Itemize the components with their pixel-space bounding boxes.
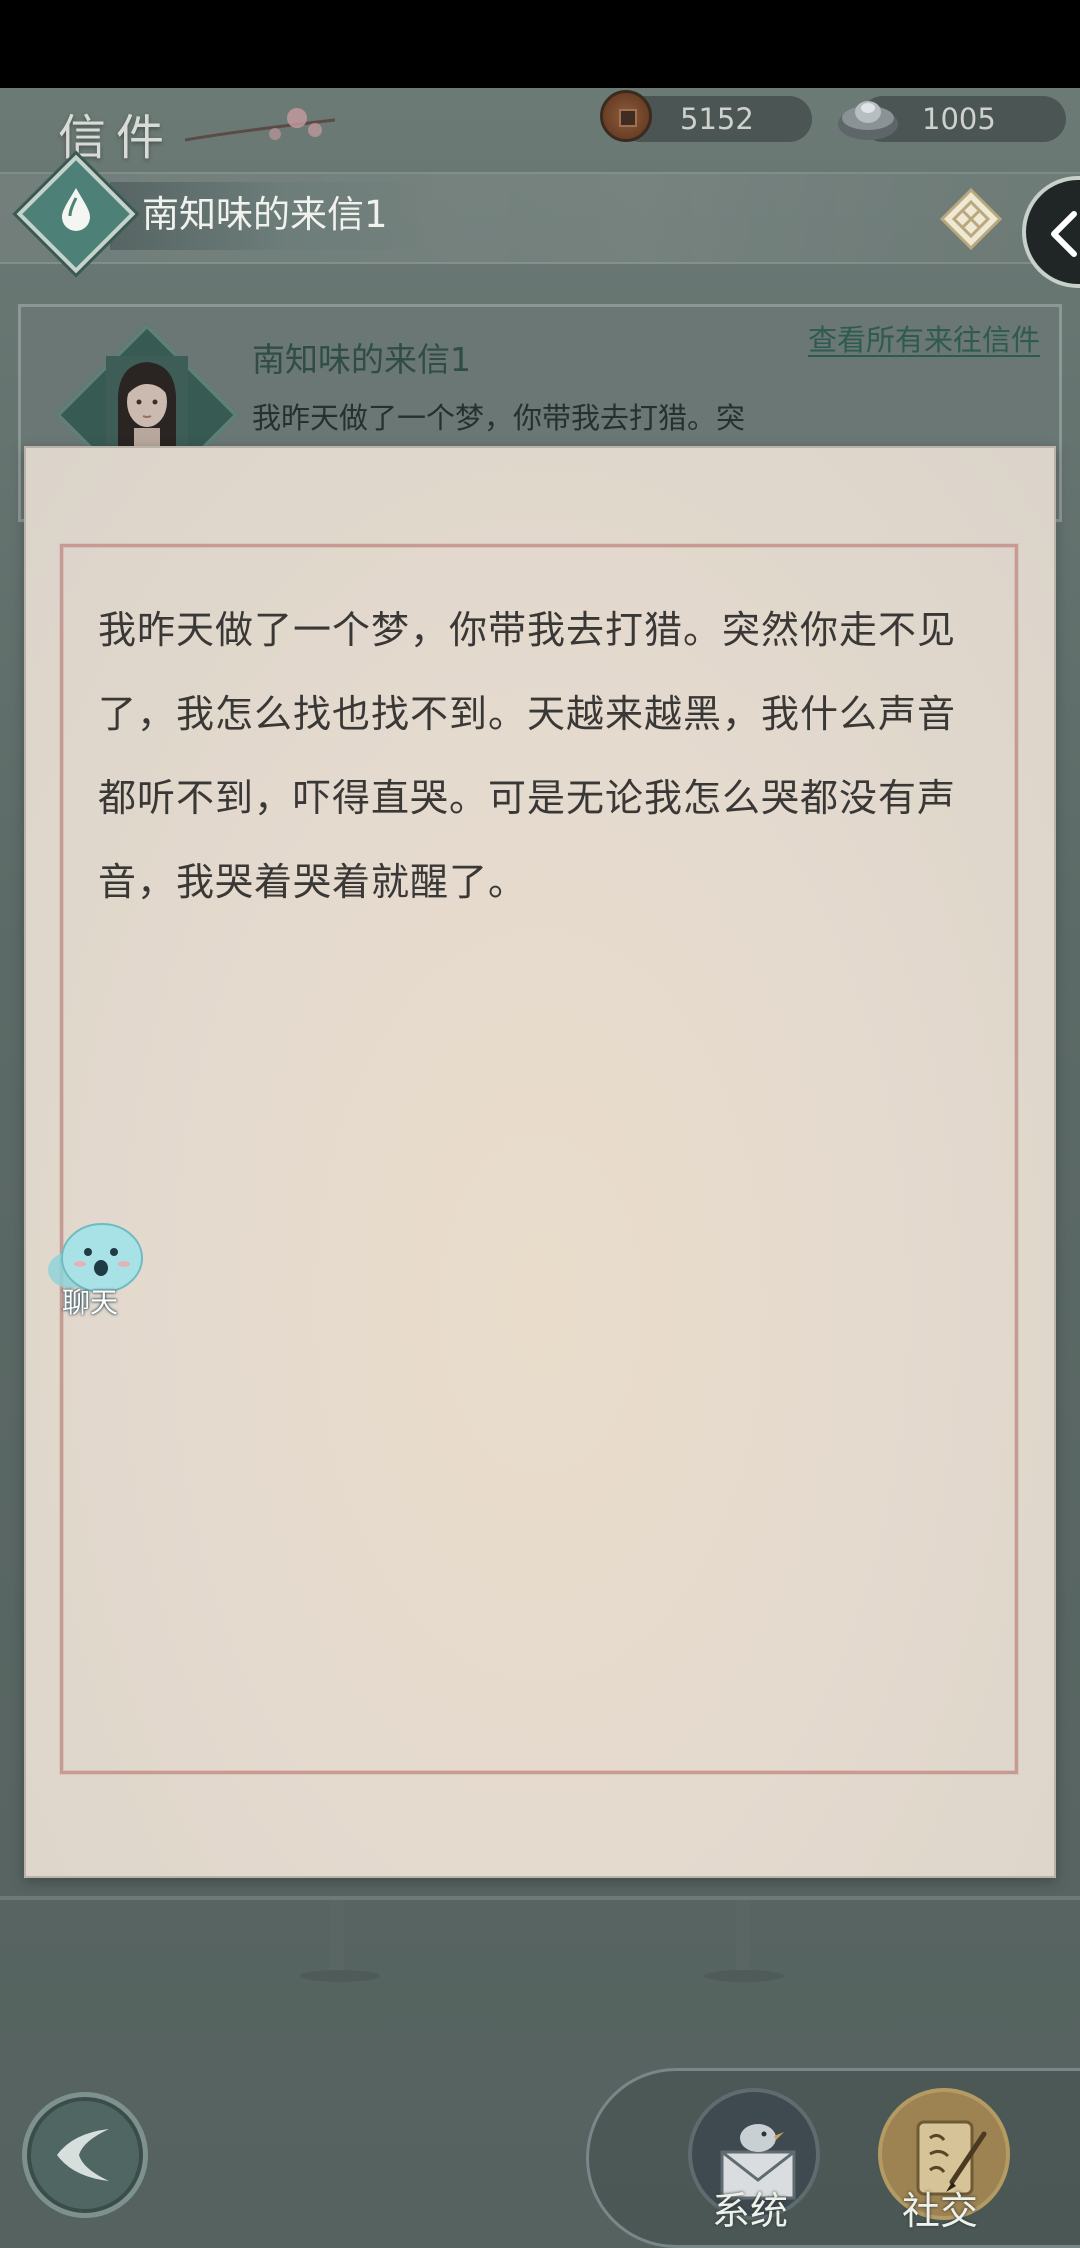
plum-blossom-decoration [185,108,335,142]
diamond-menu-icon[interactable] [940,188,1002,250]
letter-preview: 我昨天做了一个梦，你带我去打猎。突 [252,401,746,435]
water-drop-icon [62,188,90,231]
back-button[interactable] [22,2092,148,2218]
sender-name: 南知味的来信1 [252,340,471,379]
letter-body: 我昨天做了一个梦，你带我去打猎。突然你走不见了，我怎么找也找不到。天越来越黑，我… [98,608,957,904]
shelf-decoration [0,1896,1080,1982]
avatar [106,356,188,456]
chevron-left-icon [57,2129,109,2181]
copper-coin-icon [600,90,652,142]
view-all-letters-link[interactable]: 查看所有来往信件 [808,320,1040,360]
social-label: 社交 [902,2189,979,2233]
status-bar [0,0,1080,88]
silver-ingot-icon [838,101,898,140]
system-label: 系统 [712,2189,789,2233]
chat-label: 聊天 [62,1286,119,1319]
letter-title: 南知味的来信1 [142,193,388,236]
chevron-left-icon [1051,211,1077,257]
